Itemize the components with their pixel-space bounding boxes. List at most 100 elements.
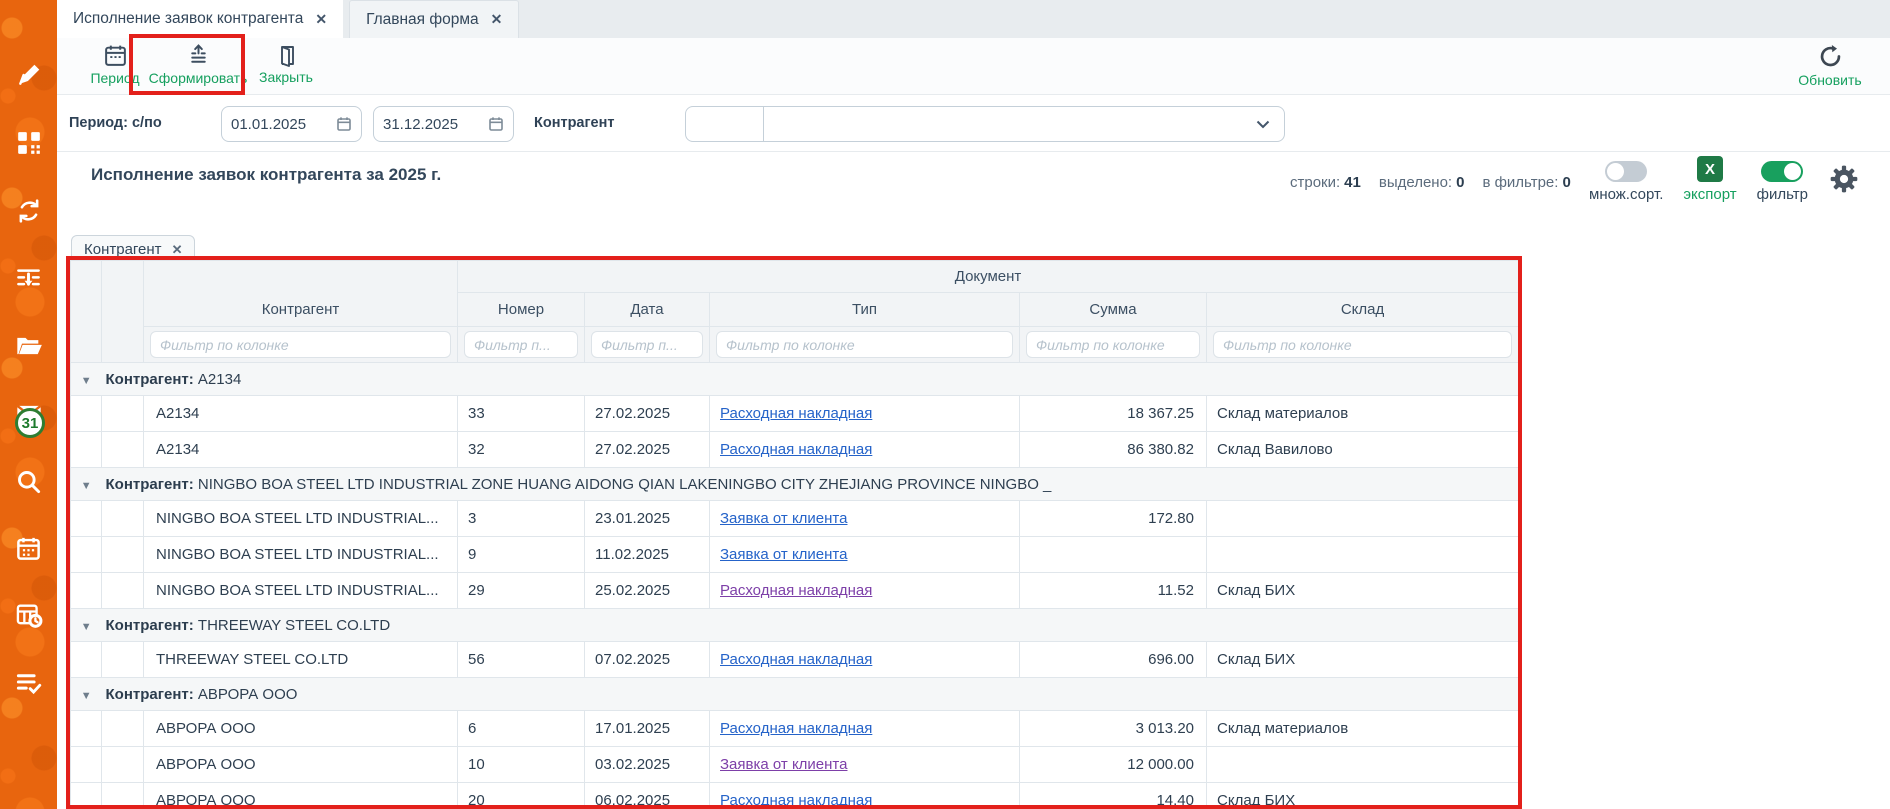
tab-close-icon[interactable]: ✕ (315, 11, 327, 28)
table-row[interactable]: A21343327.02.2025Расходная накладная18 3… (71, 396, 1519, 432)
filter-toggle[interactable]: фильтр (1757, 161, 1808, 203)
counterparty-code-field[interactable] (686, 107, 764, 141)
mail-unread-badge: 31 (15, 408, 45, 438)
table-row[interactable]: NINGBO BOA STEEL LTD INDUSTRIAL...2925.0… (71, 573, 1519, 609)
cell-counterparty: NINGBO BOA STEEL LTD INDUSTRIAL... (144, 501, 458, 537)
tasks-checklist-icon[interactable] (14, 667, 44, 697)
cell-sum: 172.80 (1020, 501, 1207, 537)
column-header-number[interactable]: Номер (458, 293, 585, 327)
counterparty-filter-label: Контрагент (534, 115, 614, 131)
table-row[interactable]: A21343227.02.2025Расходная накладная86 3… (71, 432, 1519, 468)
calendar-icon[interactable] (336, 116, 352, 132)
folder-open-icon[interactable] (14, 331, 44, 361)
cell-warehouse: Склад материалов (1207, 396, 1519, 432)
cell-select-spacer (102, 573, 144, 609)
cell-number: 32 (458, 432, 585, 468)
calendar-icon[interactable] (14, 533, 44, 563)
search-icon[interactable] (14, 466, 44, 496)
group-expander[interactable]: ▼ (71, 678, 102, 711)
generate-button[interactable]: Сформировать (143, 43, 253, 86)
toggle-on-icon[interactable] (1761, 161, 1803, 182)
column-header-type[interactable]: Тип (710, 293, 1020, 327)
group-expander[interactable]: ▼ (71, 609, 102, 642)
column-filter-warehouse[interactable] (1213, 331, 1512, 358)
document-type-link[interactable]: Расходная накладная (720, 720, 872, 737)
counterparty-select[interactable] (685, 106, 1285, 142)
cell-expander-spacer (71, 501, 102, 537)
document-type-link[interactable]: Расходная накладная (720, 441, 872, 458)
cell-select-spacer (102, 501, 144, 537)
tab-bar: Исполнение заявок контрагента ✕ Главная … (57, 0, 1890, 38)
toolbar: Период Сформировать Закрыть Обновить (57, 38, 1890, 95)
document-type-link[interactable]: Заявка от клиента (720, 510, 847, 527)
document-type-link[interactable]: Расходная накладная (720, 651, 872, 668)
table-row[interactable]: THREEWAY STEEL CO.LTD5607.02.2025Расходн… (71, 642, 1519, 678)
cell-expander-spacer (71, 537, 102, 573)
group-header-row[interactable]: ▼Контрагент: A2134 (71, 363, 1519, 396)
pencil-icon[interactable] (14, 60, 44, 90)
group-expander[interactable]: ▼ (71, 468, 102, 501)
report-schedule-icon[interactable] (14, 600, 44, 630)
column-header-expander (71, 261, 102, 363)
qr-code-icon[interactable] (14, 128, 44, 158)
group-header-row[interactable]: ▼Контрагент: THREEWAY STEEL CO.LTD (71, 609, 1519, 642)
cell-number: 29 (458, 573, 585, 609)
table-row[interactable]: АВРОРА ООО2006.02.2025Расходная накладна… (71, 783, 1519, 809)
column-filter-type[interactable] (716, 331, 1013, 358)
group-expander[interactable]: ▼ (71, 363, 102, 396)
cell-date: 17.01.2025 (585, 711, 710, 747)
column-filter-date[interactable] (591, 331, 703, 358)
rows-count: строки:41 (1290, 174, 1361, 191)
table-row[interactable]: NINGBO BOA STEEL LTD INDUSTRIAL...911.02… (71, 537, 1519, 573)
column-header-select (102, 261, 144, 363)
date-to-input[interactable]: 31.12.2025 (373, 106, 514, 142)
date-from-input[interactable]: 01.01.2025 (221, 106, 362, 142)
left-nav-sidebar: 31 (0, 0, 57, 809)
cell-document-type: Заявка от клиента (710, 747, 1020, 783)
column-header-counterparty[interactable]: Контрагент (144, 261, 458, 327)
paste-document-icon[interactable] (14, 263, 44, 293)
document-type-link[interactable]: Расходная накладная (720, 405, 872, 422)
calendar-icon[interactable] (488, 116, 504, 132)
tab-main-form[interactable]: Главная форма ✕ (349, 0, 519, 38)
column-filter-sum[interactable] (1026, 331, 1200, 358)
table-row[interactable]: АВРОРА ООО1003.02.2025Заявка от клиента1… (71, 747, 1519, 783)
column-header-warehouse[interactable]: Склад (1207, 293, 1519, 327)
cell-warehouse: Склад БИХ (1207, 573, 1519, 609)
tab-counterparty-report[interactable]: Исполнение заявок контрагента ✕ (57, 0, 343, 38)
period-button[interactable]: Период (79, 43, 151, 86)
cell-date: 03.02.2025 (585, 747, 710, 783)
document-type-link[interactable]: Расходная накладная (720, 792, 872, 809)
tab-close-icon[interactable]: ✕ (491, 11, 503, 28)
column-filter-counterparty[interactable] (150, 331, 451, 358)
export-excel-button[interactable]: X экспорт (1683, 156, 1736, 203)
document-type-link[interactable]: Расходная накладная (720, 582, 872, 599)
cell-counterparty: A2134 (144, 432, 458, 468)
column-filter-number[interactable] (464, 331, 578, 358)
table-row[interactable]: АВРОРА ООО617.01.2025Расходная накладная… (71, 711, 1519, 747)
group-header-row[interactable]: ▼Контрагент: АВРОРА ООО (71, 678, 1519, 711)
cell-document-type: Расходная накладная (710, 432, 1020, 468)
sync-icon[interactable] (14, 196, 44, 226)
calendar-icon (103, 43, 128, 68)
cell-warehouse: Склад Вавилово (1207, 432, 1519, 468)
document-type-link[interactable]: Заявка от клиента (720, 756, 847, 773)
cell-counterparty: A2134 (144, 396, 458, 432)
cell-date: 06.02.2025 (585, 783, 710, 809)
close-button[interactable]: Закрыть (253, 43, 319, 85)
report-table: Контрагент Документ Номер Дата Тип Сумма… (70, 260, 1519, 809)
group-header-row[interactable]: ▼Контрагент: NINGBO BOA STEEL LTD INDUST… (71, 468, 1519, 501)
cell-select-spacer (102, 396, 144, 432)
column-header-sum[interactable]: Сумма (1020, 293, 1207, 327)
table-row[interactable]: NINGBO BOA STEEL LTD INDUSTRIAL...323.01… (71, 501, 1519, 537)
multisort-toggle[interactable]: множ.сорт. (1589, 161, 1663, 203)
column-header-date[interactable]: Дата (585, 293, 710, 327)
cell-expander-spacer (71, 432, 102, 468)
cell-document-type: Расходная накладная (710, 642, 1020, 678)
document-type-link[interactable]: Заявка от клиента (720, 546, 847, 563)
toggle-off-icon[interactable] (1605, 161, 1647, 182)
refresh-button[interactable]: Обновить (1791, 43, 1869, 88)
settings-button[interactable] (1828, 163, 1860, 203)
cell-select-spacer (102, 432, 144, 468)
cell-select-spacer (102, 537, 144, 573)
